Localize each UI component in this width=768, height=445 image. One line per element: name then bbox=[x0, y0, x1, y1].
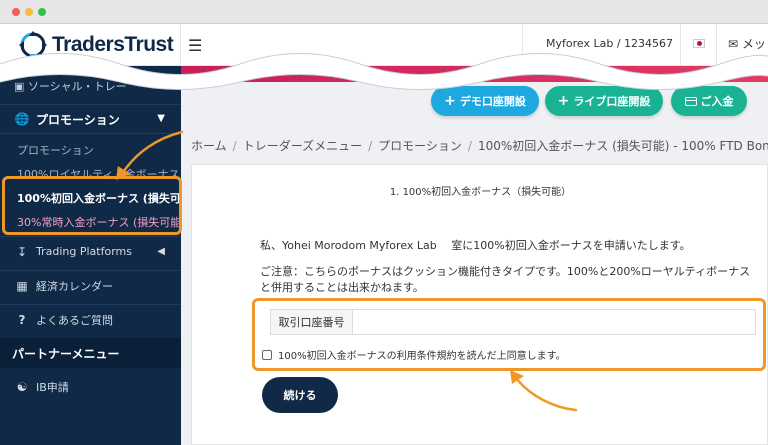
open-live-account-button[interactable]: + ライブ口座開設 bbox=[545, 86, 663, 116]
breadcrumb-home[interactable]: ホーム bbox=[191, 139, 227, 153]
button-label: ご入金 bbox=[700, 95, 734, 108]
sidebar-item-label: 経済カレンダー bbox=[36, 279, 113, 293]
account-number-row: 取引口座番号 bbox=[270, 309, 756, 335]
partner-menu-heading: パートナーメニュー bbox=[0, 338, 181, 368]
sidebar-item-calendar[interactable]: ▦ 経済カレンダー bbox=[0, 270, 181, 300]
globe-icon: 🌐 bbox=[14, 112, 30, 126]
traderstrust-logo[interactable]: TradersTrust bbox=[18, 31, 174, 59]
sidebar: ▣ ソーシャル・トレー 🌐 プロモーション ▼ プロモーション 100%ロイヤル… bbox=[0, 66, 181, 445]
terms-agreement[interactable]: 100%初回入金ボーナスの利用条件規約を読んだ上同意します。 bbox=[262, 347, 566, 362]
credit-card-icon bbox=[684, 96, 697, 106]
hamburger-icon[interactable]: ☰ bbox=[188, 36, 202, 55]
button-label: デモ口座開設 bbox=[459, 95, 526, 108]
chevron-left-icon: ◀ bbox=[157, 246, 165, 257]
sidebar-section-promotion[interactable]: 🌐 プロモーション ▼ bbox=[0, 104, 181, 134]
panel-title: 1. 100%初回入金ボーナス（損失可能） bbox=[389, 187, 572, 198]
sidebar-subitem-ftd-bonus[interactable]: 100%初回入金ボーナス (損失可能) bbox=[17, 190, 181, 206]
handshake-icon: ☯ bbox=[16, 380, 28, 394]
deposit-button[interactable]: ご入金 bbox=[671, 86, 747, 116]
open-demo-account-button[interactable]: + デモ口座開設 bbox=[431, 86, 539, 116]
divider bbox=[680, 24, 681, 66]
logo-mark-icon bbox=[19, 31, 47, 59]
sidebar-item-label: Trading Platforms bbox=[36, 245, 132, 258]
sidebar-item-label: IB申請 bbox=[36, 381, 69, 394]
maximize-window-dot[interactable] bbox=[38, 8, 46, 16]
calendar-icon: ▦ bbox=[16, 278, 28, 293]
account-selector[interactable]: Myforex Lab / 1234567 bbox=[546, 37, 673, 50]
messages-link[interactable]: ✉ メッ bbox=[728, 35, 766, 52]
main-content: + デモ口座開設 + ライブ口座開設 ご入金 ホーム / トレーダーズメニュー / プロ… bbox=[181, 66, 768, 445]
divider bbox=[180, 24, 181, 66]
chevron-down-icon: ▼ bbox=[157, 113, 165, 124]
sidebar-subitem-loyalty-bonus[interactable]: 100%ロイヤルティ入金ボーナス bbox=[17, 166, 179, 182]
breadcrumb-traders-menu[interactable]: トレーダーズメニュー bbox=[243, 139, 362, 153]
download-icon: ↧ bbox=[16, 244, 28, 259]
terms-checkbox[interactable] bbox=[262, 349, 272, 360]
close-window-dot[interactable] bbox=[12, 8, 20, 16]
window-titlebar bbox=[0, 0, 768, 24]
button-label: ライブ口座開設 bbox=[573, 95, 651, 108]
plus-icon: + bbox=[444, 93, 456, 109]
divider bbox=[716, 24, 717, 66]
breadcrumb: ホーム / トレーダーズメニュー / プロモーション/100%初回入金ボーナス (損失可… bbox=[191, 137, 768, 154]
sidebar-subitem-30-bonus[interactable]: 30%常時入金ボーナス (損失可能) bbox=[17, 214, 181, 230]
sidebar-subitem-promotion[interactable]: プロモーション bbox=[17, 142, 94, 158]
sidebar-item-faq[interactable]: ? よくあるご質問 bbox=[0, 304, 181, 334]
bonus-notice: ご注意：こちらのボーナスはクッション機能付きタイプです。100%と200%ローヤ… bbox=[260, 265, 751, 294]
messages-label: メッ bbox=[741, 37, 766, 51]
question-icon: ? bbox=[18, 312, 26, 327]
breadcrumb-promotion[interactable]: プロモーション bbox=[378, 139, 462, 153]
japan-flag-icon[interactable] bbox=[693, 39, 705, 48]
logo-text: TradersTrust bbox=[52, 33, 174, 56]
plus-icon: + bbox=[557, 93, 570, 109]
social-icon: ▣ bbox=[14, 80, 25, 93]
terms-label: 100%初回入金ボーナスの利用条件規約を読んだ上同意します。 bbox=[278, 351, 566, 362]
top-header: TradersTrust ☰ Myforex Lab / 1234567 ✉ メ… bbox=[0, 24, 768, 66]
account-number-input[interactable] bbox=[353, 310, 755, 334]
sidebar-item-label: よくあるご質問 bbox=[36, 313, 113, 327]
bonus-application-panel: 1. 100%初回入金ボーナス（損失可能） 私、Yohei Morodom My… bbox=[191, 164, 768, 445]
sidebar-item-trading-platforms[interactable]: ↧ Trading Platforms ◀ bbox=[0, 236, 181, 266]
sidebar-section-label: プロモーション bbox=[36, 112, 120, 127]
continue-button[interactable]: 続ける bbox=[262, 377, 338, 413]
sidebar-item-social-trading[interactable]: ▣ ソーシャル・トレー bbox=[14, 78, 127, 94]
breadcrumb-current: 100%初回入金ボーナス (損失可能) - 100% FTD Bonus bbox=[477, 139, 768, 153]
minimize-window-dot[interactable] bbox=[25, 8, 33, 16]
sidebar-item-label: ソーシャル・トレー bbox=[27, 80, 127, 93]
application-statement: 私、Yohei Morodom Myforex Lab 室に100%初回入金ボー… bbox=[260, 239, 691, 252]
divider bbox=[522, 24, 523, 66]
sidebar-item-ib-apply[interactable]: ☯ IB申請 bbox=[0, 372, 181, 402]
promo-banner bbox=[181, 66, 768, 82]
mail-icon: ✉ bbox=[728, 37, 739, 51]
account-number-label: 取引口座番号 bbox=[271, 310, 353, 334]
